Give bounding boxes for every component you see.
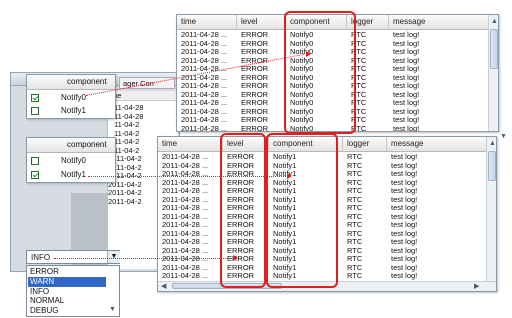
level-option-warn[interactable]: WARN xyxy=(28,276,106,287)
scroll-up-arrow-icon[interactable]: ▲ xyxy=(489,140,496,147)
filter-item-label: Notify0 xyxy=(61,156,86,165)
col-header-time[interactable]: time xyxy=(177,15,237,29)
checkbox-notify1[interactable] xyxy=(31,171,39,179)
log-table-bottom-vscrollbar[interactable]: ▲ xyxy=(486,137,496,281)
table-cell-logger: RTC xyxy=(351,123,367,132)
checkbox-notify1[interactable] xyxy=(31,107,39,115)
connector-line-level xyxy=(54,258,234,259)
col-header-level[interactable]: level xyxy=(223,137,269,151)
filter-item-notify0[interactable]: Notify0 xyxy=(27,155,115,167)
col-header-logger[interactable]: logger xyxy=(343,137,387,151)
col-header-message[interactable]: message xyxy=(387,137,486,151)
connector-line-bottom xyxy=(88,176,288,177)
checkbox-notify0[interactable] xyxy=(31,157,39,165)
log-table-top-vscrollbar[interactable]: ▲ xyxy=(488,15,498,131)
log-table-bottom-header: time level component logger message xyxy=(158,137,486,152)
component-filter-header-label: component xyxy=(67,77,107,86)
connector-arrow-icon xyxy=(287,173,292,179)
level-list-scroll-down-icon[interactable]: ▼ xyxy=(109,306,116,313)
log-table-top-scroll-thumb[interactable] xyxy=(490,29,498,69)
background-window-col-header: me xyxy=(108,91,178,101)
scroll-down-arrow-icon[interactable]: ▼ xyxy=(500,133,507,140)
log-table-bottom-hscrollbar[interactable]: ◀ ▶ xyxy=(158,281,496,291)
col-header-component[interactable]: component xyxy=(269,137,343,151)
col-header-logger[interactable]: logger xyxy=(347,15,389,29)
col-header-level[interactable]: level xyxy=(237,15,286,29)
level-option-debug[interactable]: DEBUG xyxy=(28,306,106,316)
scroll-left-arrow-icon[interactable]: ◀ xyxy=(161,282,166,290)
level-select-value: INFO xyxy=(31,253,51,262)
level-option-normal[interactable]: NORMAL xyxy=(28,296,106,306)
level-select[interactable]: INFO ▼ xyxy=(26,250,120,264)
table-cell-level: ERROR xyxy=(241,123,269,132)
log-table-bottom-scroll-thumb[interactable] xyxy=(488,151,496,181)
filter-item-notify1[interactable]: Notify1 xyxy=(27,169,115,181)
table-cell-time: 2011-04-28 ... xyxy=(181,123,228,132)
level-option-error[interactable]: ERROR xyxy=(28,267,106,277)
component-filter-header-label: component xyxy=(67,140,107,149)
component-filter-top: component Notify0 Notify1 xyxy=(26,74,116,119)
table-cell-message: test log! xyxy=(393,123,420,132)
component-filter-top-header: component xyxy=(27,75,115,90)
log-table-bottom-hscroll-thumb[interactable] xyxy=(172,283,282,289)
log-table-top-header: time level component logger message xyxy=(177,15,488,30)
component-filter-bottom-header: component xyxy=(27,138,115,153)
log-table-bottom: time level component logger message 2011… xyxy=(157,136,497,292)
chevron-down-icon[interactable]: ▼ xyxy=(107,251,120,263)
col-header-message[interactable]: message xyxy=(389,15,488,29)
scroll-right-arrow-icon[interactable]: ▶ xyxy=(474,282,479,290)
filter-item-label: Notify1 xyxy=(61,170,86,179)
scroll-up-arrow-icon[interactable]: ▲ xyxy=(491,18,498,25)
col-header-component[interactable]: component xyxy=(286,15,347,29)
checkbox-notify0[interactable] xyxy=(31,94,39,102)
level-option-info[interactable]: INFO xyxy=(28,287,106,297)
background-row: 2011-04-2 xyxy=(108,196,142,206)
table-row[interactable]: 2011-04-28 ... ERROR Notify0 RTC test log! xyxy=(177,123,488,132)
log-table-top: time level component logger message 2011… xyxy=(176,14,499,132)
filter-item-notify1[interactable]: Notify1 xyxy=(27,105,115,117)
filter-item-notify0[interactable]: Notify0 xyxy=(27,92,115,104)
connector-arrow-icon xyxy=(306,51,311,57)
connector-arrow-icon xyxy=(233,255,238,261)
level-select-options: ERROR WARN INFO NORMAL DEBUG ▼ xyxy=(26,265,120,317)
filter-item-label: Notify1 xyxy=(61,106,86,115)
col-header-time[interactable]: time xyxy=(158,137,223,151)
filter-item-label: Notify0 xyxy=(61,93,86,102)
table-cell-component: Notify0 xyxy=(290,123,314,132)
